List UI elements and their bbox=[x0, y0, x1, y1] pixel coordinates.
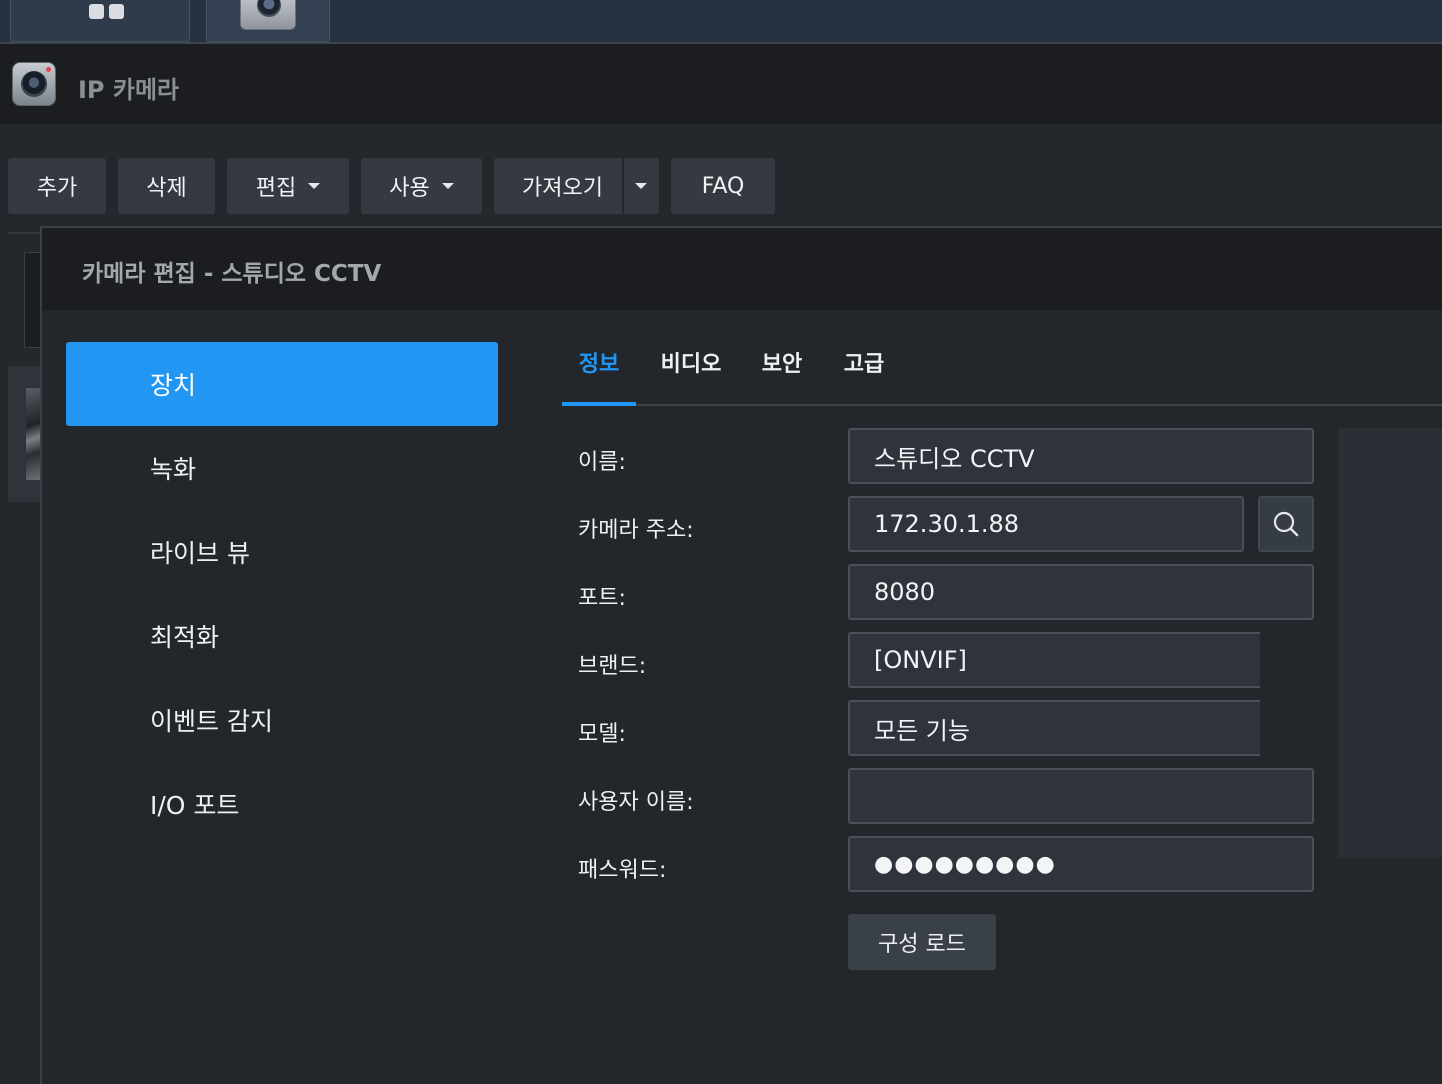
divider bbox=[8, 232, 42, 234]
add-button[interactable]: 추가 bbox=[8, 158, 106, 214]
load-config-button[interactable]: 구성 로드 bbox=[848, 914, 996, 970]
taskbar bbox=[0, 0, 1442, 44]
edit-camera-dialog: 카메라 편집 - 스튜디오 CCTV 장치 녹화 라이브 뷰 최적화 이벤트 감… bbox=[40, 226, 1442, 1084]
search-icon bbox=[1273, 511, 1299, 537]
import-dropdown-toggle[interactable] bbox=[624, 158, 658, 214]
sidebar-item-device[interactable]: 장치 bbox=[66, 342, 498, 426]
sidebar-item-label: 장치 bbox=[150, 371, 197, 400]
name-label: 이름: bbox=[578, 450, 626, 475]
tab-video[interactable]: 비디오 bbox=[656, 346, 726, 406]
chevron-down-icon bbox=[441, 183, 454, 189]
name-field[interactable] bbox=[848, 428, 1314, 484]
use-button-label: 사용 bbox=[389, 176, 430, 201]
password-field[interactable] bbox=[848, 836, 1314, 892]
port-label: 포트: bbox=[578, 586, 626, 611]
edit-dropdown-button[interactable]: 편집 bbox=[227, 158, 349, 214]
tab-info[interactable]: 정보 bbox=[562, 346, 636, 406]
import-split-button[interactable]: 가져오기 bbox=[494, 158, 659, 214]
import-button-label: 가져오기 bbox=[522, 176, 603, 201]
app-header: IP 카메라 bbox=[0, 44, 1442, 124]
sidebar-item-label: 이벤트 감지 bbox=[150, 707, 273, 736]
sidebar-item-label: 라이브 뷰 bbox=[150, 539, 250, 568]
chevron-down-icon bbox=[635, 183, 647, 189]
grid-icon bbox=[89, 4, 127, 20]
dialog-header: 카메라 편집 - 스튜디오 CCTV bbox=[42, 228, 1442, 310]
faq-button[interactable]: FAQ bbox=[671, 158, 775, 214]
use-dropdown-button[interactable]: 사용 bbox=[361, 158, 482, 214]
camera-address-label: 카메라 주소: bbox=[578, 518, 694, 543]
ip-camera-icon bbox=[12, 62, 56, 106]
sidebar-item-live-view[interactable]: 라이브 뷰 bbox=[66, 510, 498, 594]
tab-active-indicator bbox=[562, 402, 636, 406]
camera-address-field[interactable] bbox=[848, 496, 1244, 552]
search-button[interactable] bbox=[1258, 496, 1314, 552]
tab-bar: 정보 비디오 보안 고급 bbox=[562, 342, 1442, 406]
faq-button-label: FAQ bbox=[701, 173, 745, 199]
main-toolbar: 추가 삭제 편집 사용 가져오기 FAQ bbox=[0, 124, 1442, 228]
sidebar-item-event-detection[interactable]: 이벤트 감지 bbox=[66, 678, 498, 762]
tab-label: 정보 bbox=[578, 352, 620, 377]
password-label: 패스워드: bbox=[578, 858, 667, 883]
model-label: 모델: bbox=[578, 722, 626, 747]
app-title: IP 카메라 bbox=[78, 76, 180, 104]
chevron-down-icon bbox=[308, 183, 321, 189]
sidebar-item-label: 최적화 bbox=[150, 623, 220, 652]
sidebar-item-label: I/O 포트 bbox=[150, 791, 240, 820]
taskbar-item-main-menu[interactable] bbox=[10, 0, 190, 42]
tab-security[interactable]: 보안 bbox=[754, 346, 810, 406]
dialog-title: 카메라 편집 - 스튜디오 CCTV bbox=[82, 261, 382, 287]
tab-label: 보안 bbox=[761, 352, 803, 377]
sidebar-item-io-port[interactable]: I/O 포트 bbox=[66, 762, 498, 846]
port-field[interactable] bbox=[848, 564, 1314, 620]
sidebar-item-optimization[interactable]: 최적화 bbox=[66, 594, 498, 678]
model-select[interactable] bbox=[848, 700, 1260, 756]
tab-label: 비디오 bbox=[660, 352, 722, 377]
sidebar-item-recording[interactable]: 녹화 bbox=[66, 426, 498, 510]
tab-advanced[interactable]: 고급 bbox=[836, 346, 892, 406]
brand-select[interactable] bbox=[848, 632, 1260, 688]
delete-button[interactable]: 삭제 bbox=[118, 158, 215, 214]
username-label: 사용자 이름: bbox=[578, 790, 694, 815]
sidebar-item-label: 녹화 bbox=[150, 455, 197, 484]
camera-icon bbox=[240, 0, 296, 30]
brand-label: 브랜드: bbox=[578, 654, 647, 679]
username-field[interactable] bbox=[848, 768, 1314, 824]
tab-label: 고급 bbox=[843, 352, 885, 377]
add-button-label: 추가 bbox=[36, 176, 78, 201]
load-config-label: 구성 로드 bbox=[878, 932, 966, 957]
edit-button-label: 편집 bbox=[255, 176, 297, 201]
delete-button-label: 삭제 bbox=[146, 176, 187, 201]
side-preview-panel bbox=[1338, 428, 1442, 858]
